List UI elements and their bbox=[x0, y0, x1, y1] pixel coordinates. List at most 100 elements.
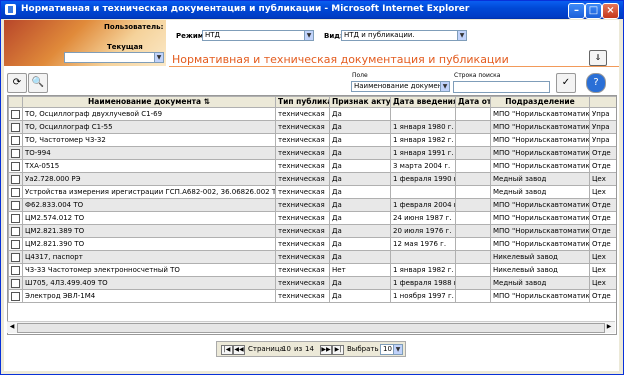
table-cell: МПО "Норильскавтоматика" bbox=[490, 146, 590, 160]
row-checkbox[interactable] bbox=[11, 148, 20, 158]
row-checkbox[interactable] bbox=[11, 135, 20, 145]
chevron-down-icon: ▼ bbox=[457, 31, 466, 40]
page-header: Пользователь: Текущая роль: ▼ Режим: НТД… bbox=[4, 20, 619, 68]
first-page-icon[interactable]: |◀ bbox=[221, 345, 233, 355]
table-row[interactable]: ТО, Осциллограф С1-55 техническая Да 1 янва… bbox=[8, 120, 616, 134]
mode-select[interactable]: НТД ▼ bbox=[202, 30, 314, 41]
help-icon[interactable]: ? bbox=[586, 73, 606, 93]
row-checkbox[interactable] bbox=[11, 291, 20, 301]
table-cell: Да bbox=[329, 172, 391, 186]
horizontal-scrollbar[interactable]: ◀ ▶ bbox=[7, 321, 615, 333]
table-row[interactable]: ЦМ2.821.389 ТО техническая Да 20 июля 1976 … bbox=[8, 224, 616, 238]
column-header[interactable]: Тип публикации bbox=[275, 96, 330, 108]
column-header[interactable]: Подразделение bbox=[490, 96, 590, 108]
table-cell: Отде bbox=[589, 237, 616, 251]
table-row[interactable]: ТО, Осциллограф двухлучевой С1-69 техниче… bbox=[8, 107, 616, 121]
table-row[interactable]: Уа2.728.000 РЭ техническая Да 1 февраля 199… bbox=[8, 172, 616, 186]
table-row[interactable]: Ш705, 4Л3.499.409 ТО техническая Да 1 февра… bbox=[8, 276, 616, 290]
page-size-select[interactable]: 10 ▼ bbox=[380, 344, 403, 355]
row-checkbox[interactable] bbox=[11, 226, 20, 236]
table-cell: Упра bbox=[589, 133, 616, 147]
column-header[interactable]: Дата отмены bbox=[455, 96, 491, 108]
table-cell bbox=[455, 172, 491, 186]
refresh-icon[interactable]: ⟳ bbox=[7, 73, 27, 93]
table-row[interactable]: Ч3-33 Частотомер электронносчетный ТО тех… bbox=[8, 263, 616, 277]
table-cell: Цех bbox=[589, 250, 616, 264]
table-cell: Электрод ЭВЛ-1М4 bbox=[22, 289, 276, 303]
field-label: Поле bbox=[352, 72, 368, 79]
table-cell bbox=[455, 237, 491, 251]
of-word: из bbox=[294, 345, 303, 353]
table-cell: 1 января 1991 г. bbox=[390, 146, 456, 160]
row-checkbox[interactable] bbox=[11, 109, 20, 119]
table-row[interactable]: Ф62.833.004 ТО техническая Да 1 февраля 200… bbox=[8, 198, 616, 212]
pager: |◀ ◀◀ Страница 10 из 14 ▶▶ ▶| Выбрать 10… bbox=[216, 341, 406, 357]
table-cell: МПО "Норильскавтоматика" bbox=[490, 198, 590, 212]
table-row[interactable]: ТХА-0515 техническая Да 3 марта 2004 г. МПО … bbox=[8, 159, 616, 173]
table-cell: Отде bbox=[589, 224, 616, 238]
row-checkbox[interactable] bbox=[11, 252, 20, 262]
sort-icon[interactable]: ⇅ bbox=[204, 98, 210, 107]
row-checkbox[interactable] bbox=[11, 174, 20, 184]
table-cell: МПО "Норильскавтоматика" bbox=[490, 237, 590, 251]
table-row[interactable]: ЦМ2.574.012 ТО техническая Да 24 июня 1987 … bbox=[8, 211, 616, 225]
table-row[interactable]: ТО-994 техническая Да 1 января 1991 г. МПО "… bbox=[8, 146, 616, 160]
table-cell: ЦМ2.574.012 ТО bbox=[22, 211, 276, 225]
documents-table: Наименование документа ⇅ Тип публикации … bbox=[7, 95, 617, 335]
table-row[interactable]: ЦМ2.821.390 ТО техническая Да 12 мая 1976 г… bbox=[8, 237, 616, 251]
column-header[interactable]: Дата введения bbox=[390, 96, 456, 108]
row-checkbox-cell bbox=[8, 146, 23, 160]
column-header[interactable]: Признак актуальности bbox=[329, 96, 391, 108]
table-cell: Нет bbox=[329, 263, 391, 277]
row-checkbox[interactable] bbox=[11, 187, 20, 197]
role-select[interactable]: ▼ bbox=[64, 52, 164, 63]
table-cell bbox=[455, 107, 491, 121]
browser-window: Нормативная и техническая документация и… bbox=[0, 0, 624, 375]
row-checkbox[interactable] bbox=[11, 239, 20, 249]
type-select[interactable]: НТД и публикации. ▼ bbox=[341, 30, 467, 41]
export-icon[interactable]: ⇓ bbox=[589, 50, 607, 66]
row-checkbox[interactable] bbox=[11, 200, 20, 210]
table-cell bbox=[455, 211, 491, 225]
column-header[interactable]: Наименование документа ⇅ bbox=[22, 96, 276, 108]
select-column-header[interactable] bbox=[8, 96, 23, 108]
row-checkbox-cell bbox=[8, 159, 23, 173]
table-cell: ТО-994 bbox=[22, 146, 276, 160]
row-checkbox[interactable] bbox=[11, 213, 20, 223]
table-row[interactable]: ТО, Частотомер Ч3-32 техническая Да 1 январ… bbox=[8, 133, 616, 147]
type-label: Вид: bbox=[324, 32, 343, 40]
search-input[interactable] bbox=[453, 81, 550, 93]
table-row[interactable]: Ц4317, паспорт техническая Да Никелевый зав… bbox=[8, 250, 616, 264]
table-cell: Никелевый завод bbox=[490, 250, 590, 264]
table-cell: 12 мая 1976 г. bbox=[390, 237, 456, 251]
field-select[interactable]: Наименование докумен ▼ bbox=[351, 81, 450, 92]
row-checkbox[interactable] bbox=[11, 278, 20, 288]
prev-page-icon[interactable]: ◀◀ bbox=[233, 345, 245, 355]
document-search-icon[interactable]: 🔍 bbox=[28, 73, 48, 93]
column-header[interactable] bbox=[589, 96, 616, 108]
row-checkbox[interactable] bbox=[11, 122, 20, 132]
table-cell: Да bbox=[329, 146, 391, 160]
scrollbar-thumb[interactable] bbox=[17, 323, 605, 333]
close-button[interactable]: × bbox=[602, 3, 619, 19]
table-cell: Медный завод bbox=[490, 276, 590, 290]
table-row[interactable]: Устройства измерения ирегистрации ГСП.А6… bbox=[8, 185, 616, 199]
table-cell: МПО "Норильскавтоматика" bbox=[490, 224, 590, 238]
column-header-label: Наименование документа bbox=[87, 97, 202, 106]
ie-icon bbox=[5, 4, 16, 15]
search-go-icon[interactable]: ✓ bbox=[556, 73, 576, 93]
scroll-left-icon[interactable]: ◀ bbox=[8, 323, 16, 331]
row-checkbox[interactable] bbox=[11, 265, 20, 275]
minimize-button[interactable]: – bbox=[568, 3, 585, 19]
table-cell: Отде bbox=[589, 159, 616, 173]
row-checkbox-cell bbox=[8, 198, 23, 212]
maximize-button[interactable]: □ bbox=[585, 3, 602, 19]
last-page-icon[interactable]: ▶| bbox=[332, 345, 344, 355]
divider bbox=[169, 66, 619, 67]
table-row[interactable]: Электрод ЭВЛ-1М4 техническая Да 1 ноября 19… bbox=[8, 289, 616, 303]
scroll-right-icon[interactable]: ▶ bbox=[605, 323, 613, 331]
next-page-icon[interactable]: ▶▶ bbox=[320, 345, 332, 355]
table-cell: Да bbox=[329, 159, 391, 173]
row-checkbox-cell bbox=[8, 172, 23, 186]
row-checkbox[interactable] bbox=[11, 161, 20, 171]
